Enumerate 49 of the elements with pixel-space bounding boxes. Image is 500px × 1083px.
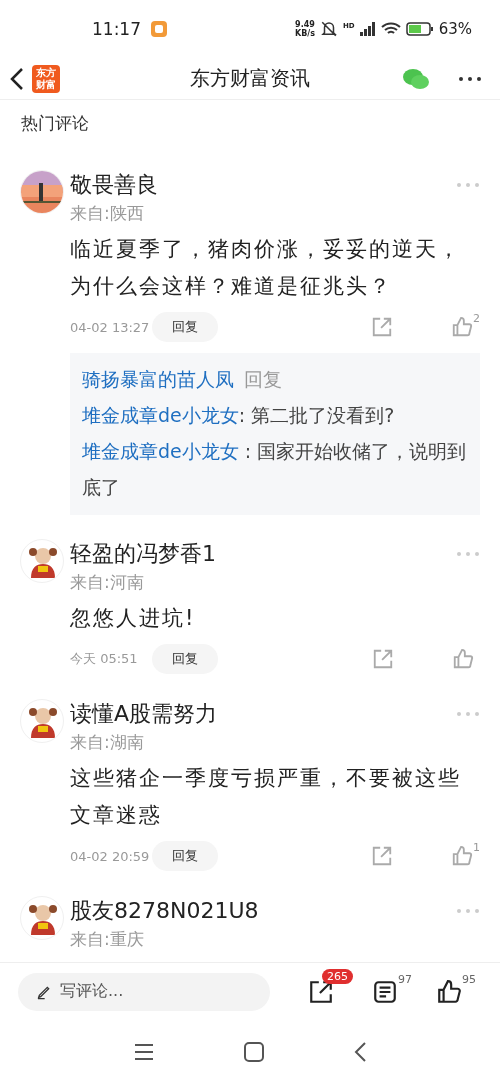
comment-count: 97 xyxy=(398,972,412,986)
like-count: 95 xyxy=(462,972,476,986)
back-icon[interactable] xyxy=(354,1041,366,1062)
location-text: 来自:湖南 xyxy=(70,731,145,754)
status-time: 11:17 xyxy=(92,19,141,39)
comment-time: 04-02 20:59 xyxy=(70,848,151,864)
battery-percent: 63% xyxy=(438,20,472,38)
thumbs-up-icon[interactable] xyxy=(452,648,474,670)
username: 敬畏善良 xyxy=(70,171,158,199)
reply-line: 骑扬暴富的苗人凤 回复 xyxy=(82,367,283,392)
share-icon[interactable] xyxy=(308,978,334,1005)
chat-bubbles-icon[interactable] xyxy=(402,66,430,91)
like-count: 2 xyxy=(473,312,480,325)
bell-off-icon xyxy=(320,20,338,38)
reply-button[interactable]: 回复 xyxy=(152,841,218,871)
reply-button[interactable]: 回复 xyxy=(152,312,218,342)
thumbs-up-icon[interactable] xyxy=(451,316,473,338)
comment-text: 这些猪企一季度亏损严重，不要被这些文章迷惑 xyxy=(70,765,462,829)
menu-icon[interactable] xyxy=(134,1042,154,1061)
comment-text: 临近夏季了，猪肉价涨，妥妥的逆天，为什么会这样？难道是征兆头？ xyxy=(70,236,462,300)
like-count: 1 xyxy=(473,841,480,854)
location-text: 来自:陕西 xyxy=(70,202,145,225)
comments-icon[interactable] xyxy=(372,978,398,1005)
more-icon[interactable] xyxy=(458,75,482,82)
speed-unit: KB/s xyxy=(295,29,315,38)
share-count-badge: 265 xyxy=(322,968,353,984)
battery-icon xyxy=(405,22,434,36)
app-logo: 东方 财富 xyxy=(32,64,60,93)
thumbs-up-icon[interactable] xyxy=(436,978,462,1005)
comment-input[interactable]: 写评论... xyxy=(18,972,270,1011)
section-title: 热门评论 xyxy=(20,112,90,135)
page-title: 东方财富资讯 xyxy=(190,65,310,92)
reply-line: 堆金成章de小龙女 : 国家开始收储了，说明到底了 xyxy=(82,439,468,500)
location-text: 来自:河南 xyxy=(70,571,145,594)
comment-text: 忽悠人进坑! xyxy=(70,605,197,632)
comment-time: 今天 05:51 xyxy=(70,650,139,668)
back-icon[interactable] xyxy=(10,66,24,91)
reply-line: 堆金成章de小龙女: 第二批了没看到? xyxy=(82,403,396,428)
username: 轻盈的冯梦香1 xyxy=(70,540,216,568)
home-icon[interactable] xyxy=(244,1041,264,1062)
thumbs-up-icon[interactable] xyxy=(451,845,473,867)
comment-time: 04-02 13:27 xyxy=(70,319,151,335)
signal-icon xyxy=(359,22,376,36)
username: 读懂A股需努力 xyxy=(70,700,218,728)
username: 股友8278N021U8 xyxy=(70,897,259,925)
location-text: 来自:重庆 xyxy=(70,928,145,951)
reply-button[interactable]: 回复 xyxy=(152,644,218,674)
network-speed: 9.49 xyxy=(295,20,315,29)
app-icon xyxy=(151,21,167,37)
